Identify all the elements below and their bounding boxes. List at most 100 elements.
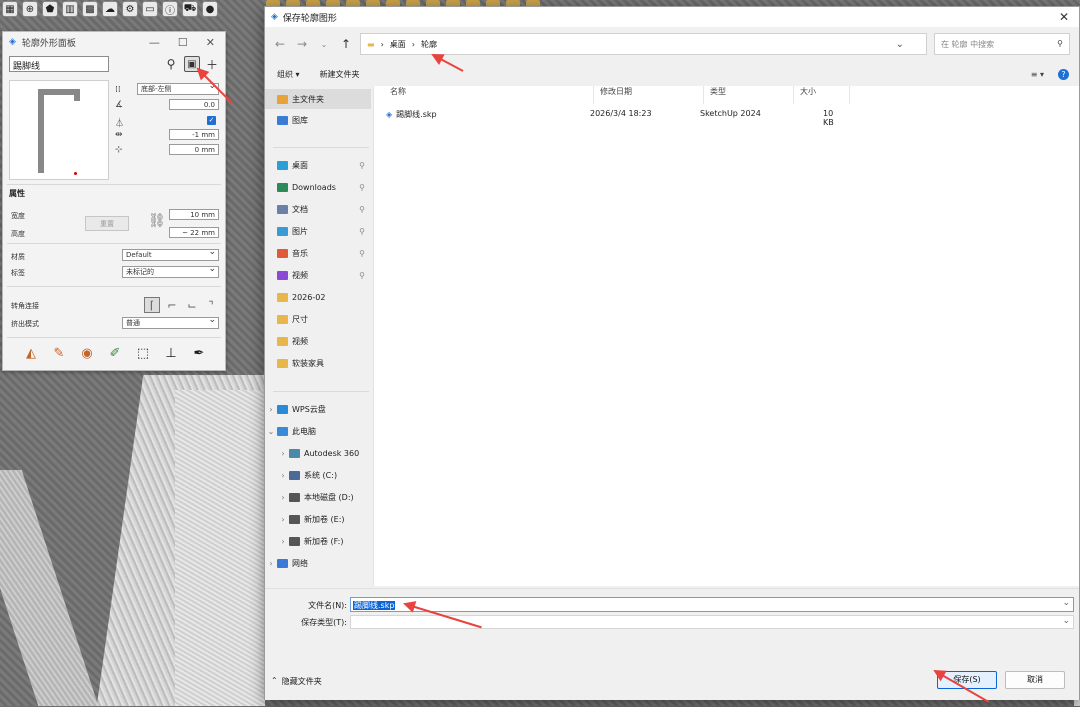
building-icon[interactable]: ▥ (62, 1, 78, 17)
stamp-tool-icon[interactable]: ⊥ (163, 345, 179, 361)
search-icon[interactable]: ⚲ (163, 56, 179, 72)
chevron-icon[interactable]: › (277, 449, 289, 458)
profile-name-input[interactable]: 踢脚线 (9, 56, 109, 72)
sidebar-item[interactable]: › 新加卷 (E:) (265, 509, 371, 529)
column-header-date[interactable]: 修改日期 (594, 86, 704, 104)
corner-butt-icon[interactable]: ⌐ (164, 297, 180, 313)
offset-x-field[interactable]: -1 mm (169, 129, 219, 140)
pin-icon[interactable]: ⚲ (359, 183, 371, 192)
help-icon[interactable]: ? (1058, 68, 1069, 80)
select-tool-icon[interactable]: ⬚ (135, 345, 151, 361)
sidebar-item[interactable]: 2026-02 (265, 287, 371, 307)
file-row[interactable]: ◈ 踢脚线.skp 2026/3/4 18:23 SketchUp 2024 1… (386, 107, 846, 127)
brush-tool-icon[interactable]: ✎ (51, 345, 67, 361)
corner-miter-icon[interactable]: ⌈ (144, 297, 160, 313)
pin-icon[interactable]: ⚲ (359, 249, 371, 258)
sidebar-item[interactable]: 尺寸 (265, 309, 371, 329)
organize-menu[interactable]: 组织 ▾ (277, 69, 300, 80)
recent-dropdown-icon[interactable]: ⌄ (313, 40, 335, 49)
sidebar-item[interactable]: 桌面 ⚲ (265, 155, 371, 175)
close-icon[interactable]: ✕ (1059, 10, 1079, 24)
back-icon[interactable]: ← (269, 37, 291, 51)
chevron-icon[interactable]: ⌄ (265, 427, 277, 436)
minimize-icon[interactable]: — (149, 36, 160, 49)
chevron-down-icon[interactable]: ⌄ (1062, 598, 1070, 608)
close-icon[interactable]: ✕ (206, 36, 215, 49)
sidebar-item[interactable]: 视频 ⚲ (265, 265, 371, 285)
width-field[interactable]: 10 mm (169, 209, 219, 220)
filename-input[interactable]: 踢脚线.skp ⌄ (350, 597, 1074, 612)
info-icon[interactable]: ⓘ (162, 1, 178, 17)
column-header-size[interactable]: 大小 (794, 86, 850, 104)
offset-y-field[interactable]: 0 mm (169, 144, 219, 155)
sidebar-item[interactable]: › 系统 (C:) (265, 465, 371, 485)
eyedropper-icon[interactable]: ✒ (191, 345, 207, 361)
extrude-mode-select[interactable]: 普通 (122, 315, 219, 329)
chevron-icon[interactable]: › (265, 405, 277, 414)
pin-icon[interactable]: ⚲ (359, 227, 371, 236)
sidebar-item[interactable]: › 网络 (265, 553, 371, 573)
sphere-tool-icon[interactable]: ◉ (79, 345, 95, 361)
breadcrumb-desktop[interactable]: 桌面 (390, 39, 406, 50)
chevron-down-icon[interactable]: ⌄ (896, 39, 926, 50)
pin-icon[interactable]: ⚲ (359, 205, 371, 214)
badge-icon[interactable]: ⬟ (42, 1, 58, 17)
cancel-button[interactable]: 取消 (1005, 671, 1065, 689)
sidebar-item[interactable]: › WPS云盘 (265, 399, 371, 419)
chevron-icon[interactable]: › (277, 471, 289, 480)
pin-icon[interactable]: ⚲ (359, 271, 371, 280)
sidebar-item[interactable]: Downloads ⚲ (265, 177, 371, 197)
column-header-name[interactable]: 名称 (384, 86, 594, 104)
sidebar-item[interactable]: 视频 (265, 331, 371, 351)
sidebar-item[interactable]: ⌄ 此电脑 (265, 421, 371, 441)
file-list[interactable]: 名称 修改日期 类型 大小 ◈ 踢脚线.skp 2026/3/4 18:23 S… (373, 86, 1079, 586)
sidebar-item[interactable]: › 新加卷 (F:) (265, 531, 371, 551)
view-options-icon[interactable]: ≡ ▾ (1031, 70, 1044, 79)
sidebar-item[interactable]: › 本地磁盘 (D:) (265, 487, 371, 507)
user-icon[interactable]: ● (202, 1, 218, 17)
cart-icon[interactable]: ⛟ (182, 1, 198, 17)
chain-link-icon[interactable]: ⛓ (148, 213, 166, 235)
save-button[interactable]: 保存(S) (937, 671, 997, 689)
sidebar-item[interactable]: 图库 (265, 110, 371, 130)
sidebar-item[interactable]: › Autodesk 360 (265, 443, 371, 463)
angle-field[interactable]: 0.0 (169, 99, 219, 110)
edit-path-icon[interactable]: ✐ (107, 345, 123, 361)
sidebar-item[interactable]: 主文件夹 (265, 89, 371, 109)
column-header-type[interactable]: 类型 (704, 86, 794, 104)
chevron-icon[interactable]: › (277, 537, 289, 546)
dialog-titlebar[interactable]: ◈ 保存轮廓图形 ✕ (265, 7, 1079, 27)
chevron-down-icon[interactable]: ⌄ (1062, 616, 1070, 626)
address-bar[interactable]: ▬ › 桌面 › 轮廓 ⌄ ↻ (360, 33, 948, 55)
new-folder-button[interactable]: 新建文件夹 (320, 69, 360, 80)
reset-button[interactable]: 重置 (85, 216, 129, 231)
breadcrumb-profile[interactable]: 轮廓 (421, 39, 437, 50)
sidebar-item[interactable]: 文档 ⚲ (265, 199, 371, 219)
corner-lap-icon[interactable]: ⌙ (184, 297, 200, 313)
search-input[interactable]: 在 轮廓 中搜索 ⚲ (934, 33, 1070, 55)
chevron-icon[interactable]: › (277, 515, 289, 524)
panel-titlebar[interactable]: ◈ 轮廓外形面板 — ☐ ✕ (3, 32, 225, 52)
pin-icon[interactable]: ⚲ (359, 161, 371, 170)
anchor-select[interactable]: 底部-左侧 (137, 81, 219, 95)
mirror-checkbox[interactable]: ✓ (207, 116, 216, 125)
material-select[interactable]: Default (122, 247, 219, 261)
up-icon[interactable]: ↑ (335, 37, 357, 51)
hide-folders-toggle[interactable]: ⌃ 隐藏文件夹 (271, 676, 322, 687)
sidebar-item[interactable]: 音乐 ⚲ (265, 243, 371, 263)
chevron-icon[interactable]: › (265, 559, 277, 568)
checker-icon[interactable]: ▩ (82, 1, 98, 17)
sidebar-item[interactable]: 软装家具 (265, 353, 371, 373)
maximize-icon[interactable]: ☐ (178, 36, 188, 49)
tag-select[interactable]: 未标记的 (122, 264, 219, 278)
grid-icon[interactable]: ▦ (2, 1, 18, 17)
gear-icon[interactable]: ⚙ (122, 1, 138, 17)
chevron-icon[interactable]: › (277, 493, 289, 502)
forward-icon[interactable]: → (291, 37, 313, 51)
sidebar-item[interactable]: 图片 ⚲ (265, 221, 371, 241)
folder-icon[interactable]: ▭ (142, 1, 158, 17)
height-field[interactable]: ~ 22 mm (169, 227, 219, 238)
corner-round-icon[interactable]: ⌝ (203, 297, 219, 313)
filetype-select[interactable]: ⌄ (350, 615, 1074, 629)
cloud-icon[interactable]: ☁ (102, 1, 118, 17)
